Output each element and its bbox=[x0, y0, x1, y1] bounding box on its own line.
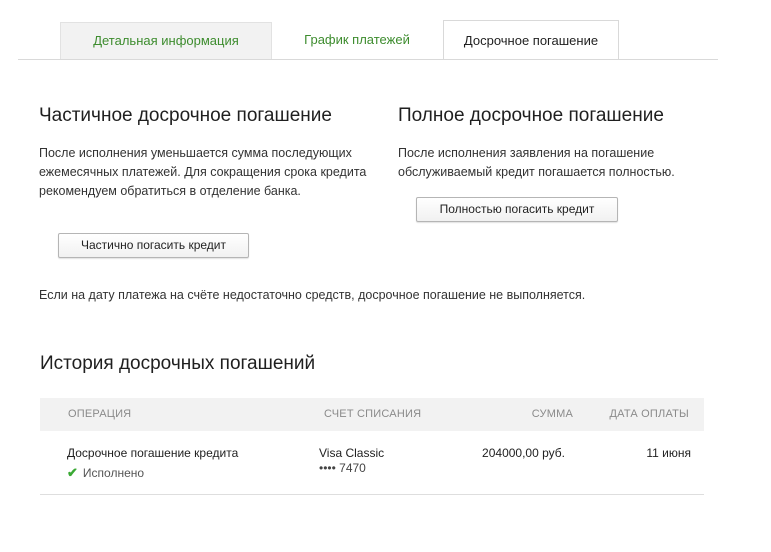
insufficient-funds-note: Если на дату платежа на счёте недостаточ… bbox=[39, 288, 586, 302]
tab-divider bbox=[18, 59, 718, 60]
history-table-header: Операция Счет списания Сумма Дата оплаты bbox=[40, 398, 704, 431]
amount-value: 204000,00 руб. bbox=[482, 446, 565, 460]
full-repay-button[interactable]: Полностью погасить кредит bbox=[416, 197, 618, 222]
status-label: Исполнено bbox=[82, 466, 145, 480]
full-repayment-description: После исполнения заявления на погашение … bbox=[398, 146, 675, 179]
account-number-mask: •••• 7470 bbox=[319, 461, 366, 475]
column-header-operation: Операция bbox=[68, 408, 132, 420]
tab-bar: Детальная информация График платежей Дос… bbox=[0, 0, 771, 60]
column-header-amount: Сумма bbox=[531, 408, 573, 420]
check-icon: ✔ bbox=[67, 465, 78, 480]
tab-payment-schedule[interactable]: График платежей bbox=[272, 22, 442, 59]
full-repayment-title: Полное досрочное погашение bbox=[398, 105, 664, 126]
tab-details[interactable]: Детальная информация bbox=[60, 22, 272, 59]
account-name: Visa Classic bbox=[319, 446, 385, 460]
tab-early-repayment[interactable]: Досрочное погашение bbox=[443, 20, 619, 60]
partial-repay-button[interactable]: Частично погасить кредит bbox=[58, 233, 249, 258]
column-header-account: Счет списания bbox=[324, 408, 422, 420]
payment-date: 11 июня bbox=[646, 446, 691, 460]
operation-name: Досрочное погашение кредита bbox=[67, 446, 239, 460]
table-row[interactable]: Досрочное погашение кредита ✔ Исполнено V… bbox=[40, 431, 704, 495]
partial-repayment-title: Частичное досрочное погашение bbox=[39, 105, 332, 126]
partial-repayment-description: После исполнения уменьшается сумма после… bbox=[39, 146, 367, 198]
status-badge: ✔ Исполнено bbox=[67, 465, 144, 481]
history-title: История досрочных погашений bbox=[40, 353, 316, 374]
column-header-date: Дата оплаты bbox=[609, 408, 689, 420]
